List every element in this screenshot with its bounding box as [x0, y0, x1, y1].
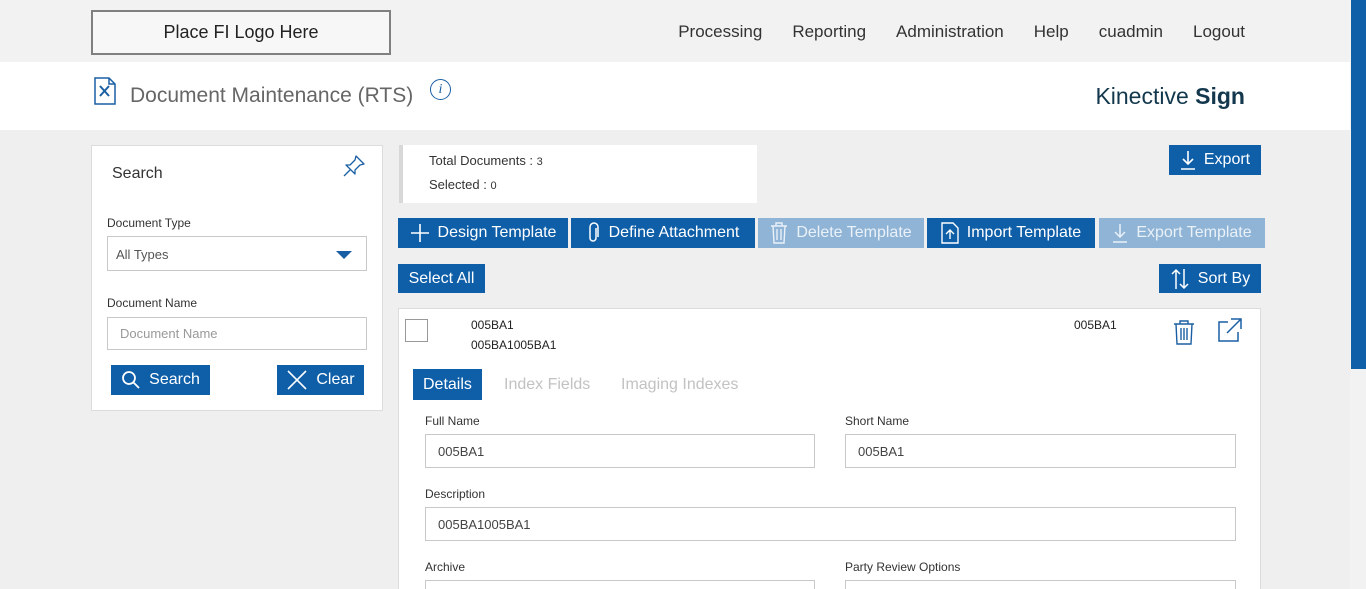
search-icon: [122, 371, 140, 389]
open-external-icon[interactable]: [1217, 317, 1243, 343]
tab-imaging-indexes[interactable]: Imaging Indexes: [611, 369, 748, 400]
total-documents: Total Documents : 3: [429, 153, 543, 168]
document-short-code: 005BA1: [1074, 318, 1117, 332]
main-nav: Processing Reporting Administration Help…: [648, 22, 1245, 42]
select-all-label: Select All: [408, 269, 475, 287]
download-icon: [1113, 224, 1128, 243]
document-type-select[interactable]: All Types: [107, 236, 367, 271]
nav-logout[interactable]: Logout: [1193, 22, 1245, 42]
page-title: Document Maintenance (RTS): [130, 84, 414, 107]
download-icon: [1180, 151, 1195, 170]
search-panel-title: Search: [112, 165, 163, 182]
pin-icon[interactable]: [342, 154, 366, 178]
define-attachment-button[interactable]: Define Attachment: [571, 218, 755, 248]
sort-by-label: Sort By: [1197, 269, 1251, 287]
close-icon: [287, 370, 307, 390]
clear-button-label: Clear: [316, 371, 355, 388]
export-template-button[interactable]: Export Template: [1099, 218, 1265, 248]
archive-select[interactable]: [425, 580, 815, 589]
full-name-input[interactable]: 005BA1: [425, 434, 815, 468]
clear-button[interactable]: Clear: [277, 365, 364, 395]
tab-index-fields[interactable]: Index Fields: [494, 369, 600, 400]
delete-template-button[interactable]: Delete Template: [758, 218, 924, 248]
archive-label: Archive: [425, 560, 466, 574]
total-documents-value: 3: [536, 156, 543, 168]
totals-box: Total Documents : 3 Selected : 0: [399, 145, 757, 203]
search-button[interactable]: Search: [111, 365, 210, 395]
nav-user[interactable]: cuadmin: [1099, 22, 1163, 42]
total-documents-label: Total Documents :: [429, 153, 537, 168]
paperclip-icon: [588, 222, 599, 242]
document-name-input[interactable]: [107, 317, 367, 350]
short-name-label: Short Name: [845, 414, 910, 428]
nav-reporting[interactable]: Reporting: [792, 22, 866, 42]
fi-logo-placeholder[interactable]: Place FI Logo Here: [91, 10, 391, 55]
description-input[interactable]: 005BA1005BA1: [425, 507, 1236, 541]
description-value: 005BA1005BA1: [438, 516, 531, 532]
design-template-label: Design Template: [437, 224, 557, 241]
description-label: Description: [425, 487, 486, 501]
document-type-value: All Types: [116, 247, 169, 262]
export-button[interactable]: Export: [1169, 145, 1261, 175]
party-review-label: Party Review Options: [845, 560, 961, 574]
brand-light: Kinective: [1095, 83, 1189, 109]
sort-icon: [1171, 268, 1189, 289]
define-attachment-label: Define Attachment: [608, 224, 740, 241]
brand-bold: Sign: [1195, 83, 1245, 109]
party-review-select[interactable]: [845, 580, 1236, 589]
document-name-label: Document Name: [107, 296, 198, 310]
selected-value: 0: [490, 180, 497, 192]
selected-count: Selected : 0: [429, 177, 497, 192]
full-name-value: 005BA1: [438, 443, 485, 459]
short-name-value: 005BA1: [858, 443, 905, 459]
delete-document-icon[interactable]: [1172, 319, 1196, 345]
page-header: Document Maintenance (RTS) i Kinective S…: [0, 62, 1350, 130]
document-select-checkbox[interactable]: [405, 319, 428, 342]
short-name-input[interactable]: 005BA1: [845, 434, 1236, 468]
selected-label: Selected :: [429, 177, 491, 192]
document-code: 005BA1: [471, 318, 514, 332]
tab-details[interactable]: Details: [413, 369, 482, 400]
file-upload-icon: [941, 222, 959, 244]
info-icon[interactable]: i: [430, 79, 451, 100]
dropdown-arrow-icon: [336, 251, 352, 259]
import-template-label: Import Template: [966, 224, 1082, 241]
select-all-button[interactable]: Select All: [398, 264, 485, 293]
document-type-label: Document Type: [107, 216, 191, 230]
import-template-button[interactable]: Import Template: [927, 218, 1095, 248]
full-name-label: Full Name: [425, 414, 480, 428]
export-template-label: Export Template: [1136, 224, 1252, 241]
trash-icon: [771, 222, 788, 244]
export-button-label: Export: [1203, 151, 1251, 168]
brand-logo: Kinective Sign: [1095, 83, 1245, 110]
sort-by-button[interactable]: Sort By: [1159, 264, 1261, 293]
document-tools-icon: [94, 77, 116, 105]
delete-template-label: Delete Template: [796, 224, 912, 241]
search-button-label: Search: [149, 371, 200, 388]
document-card: 005BA1 005BA1005BA1 005BA1 Details Index…: [398, 308, 1261, 589]
plus-icon: [410, 224, 429, 242]
design-template-button[interactable]: Design Template: [398, 218, 568, 248]
nav-administration[interactable]: Administration: [896, 22, 1004, 42]
search-panel: Search Document Type All Types Document …: [91, 145, 383, 411]
nav-help[interactable]: Help: [1034, 22, 1069, 42]
nav-processing[interactable]: Processing: [678, 22, 762, 42]
top-bar: Place FI Logo Here Processing Reporting …: [0, 0, 1366, 62]
scrollbar-thumb[interactable]: [1351, 0, 1366, 369]
document-description: 005BA1005BA1: [471, 338, 557, 352]
